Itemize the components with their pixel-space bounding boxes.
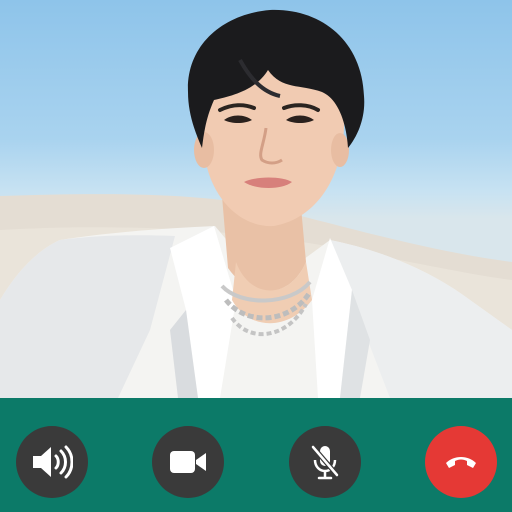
phone-hangup-icon [446, 457, 476, 468]
speaker-icon [33, 445, 73, 479]
end-call-button[interactable] [425, 426, 497, 498]
video-call-screen [0, 0, 512, 512]
speaker-button[interactable] [16, 426, 88, 498]
mute-microphone-button[interactable] [289, 426, 361, 498]
microphone-muted-icon [310, 444, 340, 480]
remote-video-feed [0, 0, 512, 398]
video-camera-icon [170, 451, 206, 473]
remote-participant-image [0, 9, 512, 398]
video-toggle-button[interactable] [152, 426, 224, 498]
